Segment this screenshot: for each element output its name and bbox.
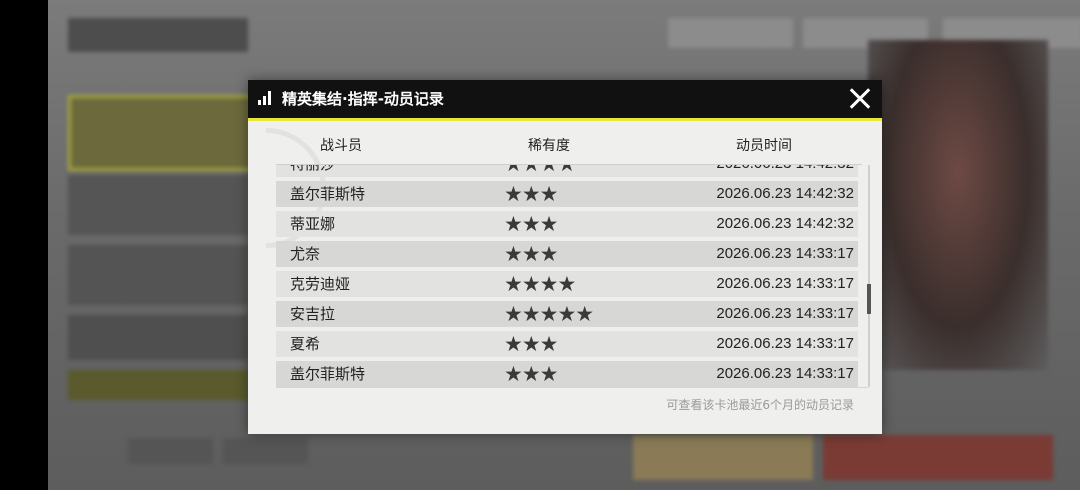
recruit-time: 2026.06.23 14:42:32: [716, 215, 854, 232]
recruit-time: 2026.06.23 14:42:32: [716, 185, 854, 202]
rarity-stars: ★★★: [504, 212, 558, 236]
bg-back-button: [68, 18, 248, 52]
history-note: 可查看该卡池最近6个月的动员记录: [666, 398, 854, 412]
bg-pool-details-tab: [128, 438, 213, 464]
table-row: 夏希 ★★★ 2026.06.23 14:33:17: [276, 331, 858, 357]
recruit-time: 2026.06.23 14:33:17: [716, 245, 854, 262]
operator-name: 盖尔菲斯特: [290, 365, 366, 383]
column-header-time: 动员时间: [736, 138, 792, 154]
bg-draw-once-button: [633, 435, 813, 480]
operator-name: 克劳迪娅: [290, 275, 351, 293]
rarity-stars: ★★★: [504, 242, 558, 266]
dialog-title: 精英集结·指挥-动员记录: [282, 90, 444, 108]
operator-name: 安吉拉: [290, 305, 336, 323]
table-row: 克劳迪娅 ★★★★ 2026.06.23 14:33:17: [276, 271, 858, 297]
operator-name: 特丽莎: [290, 165, 335, 177]
column-header-rarity: 稀有度: [528, 138, 570, 154]
operator-name: 尤奈: [290, 245, 321, 263]
table-header: 战斗员 稀有度 动员时间: [248, 135, 882, 165]
bg-draw-ten-button: [823, 435, 1053, 480]
rarity-stars: ★★★: [504, 362, 558, 386]
recruit-time: 2026.06.23 14:33:17: [716, 305, 854, 322]
rarity-stars: ★★★★: [504, 272, 576, 296]
scrollbar-track[interactable]: [868, 165, 870, 387]
operator-name: 蒂亚娜: [290, 215, 336, 233]
recruit-time: 2026.06.23 14:33:17: [716, 365, 854, 382]
bg-banner-card: [68, 175, 248, 235]
rarity-stars: ★★★★★: [504, 302, 594, 326]
column-header-name: 战斗员: [320, 138, 362, 154]
table-row: 盖尔菲斯特 ★★★ 2026.06.23 14:33:17: [276, 361, 858, 387]
rarity-stars: ★★★★: [504, 165, 576, 177]
recruit-record-dialog: 精英集结·指挥-动员记录 战斗员 稀有度 动员时间 特丽莎 ★★★★ 2026.06…: [248, 80, 882, 434]
bg-progress-bar: [68, 370, 248, 400]
signal-bars-icon: [258, 91, 272, 105]
bg-records-tab: [223, 438, 308, 464]
recruit-time: 2026.06.23 14:33:17: [716, 335, 854, 352]
table-row: 蒂亚娜 ★★★ 2026.06.23 14:42:32: [276, 211, 858, 237]
close-icon[interactable]: [844, 83, 876, 115]
bg-banner-card: [68, 315, 248, 360]
bg-character-art: [868, 40, 1048, 370]
bg-banner-card-selected: [68, 95, 254, 171]
dialog-header: 精英集结·指挥-动员记录: [248, 80, 882, 121]
record-list[interactable]: 特丽莎 ★★★★ 2026.06.23 14:42:32 盖尔菲斯特 ★★★ 2026.0…: [276, 165, 866, 387]
scrollbar-thumb[interactable]: [867, 284, 871, 314]
rarity-stars: ★★★: [504, 182, 558, 206]
footer-divider: [276, 387, 868, 388]
left-black-strip: [0, 0, 48, 490]
bg-banner-card: [68, 245, 248, 305]
recruit-time: 2026.06.23 14:42:32: [716, 165, 854, 177]
bg-currency-1: [668, 18, 793, 48]
operator-name: 盖尔菲斯特: [290, 185, 366, 203]
table-row: 安吉拉 ★★★★★ 2026.06.23 14:33:17: [276, 301, 858, 327]
table-row: 尤奈 ★★★ 2026.06.23 14:33:17: [276, 241, 858, 267]
rarity-stars: ★★★: [504, 332, 558, 356]
operator-name: 夏希: [290, 335, 321, 353]
recruit-time: 2026.06.23 14:33:17: [716, 275, 854, 292]
table-row: 盖尔菲斯特 ★★★ 2026.06.23 14:42:32: [276, 181, 858, 207]
table-row: 特丽莎 ★★★★ 2026.06.23 14:42:32: [276, 165, 858, 177]
